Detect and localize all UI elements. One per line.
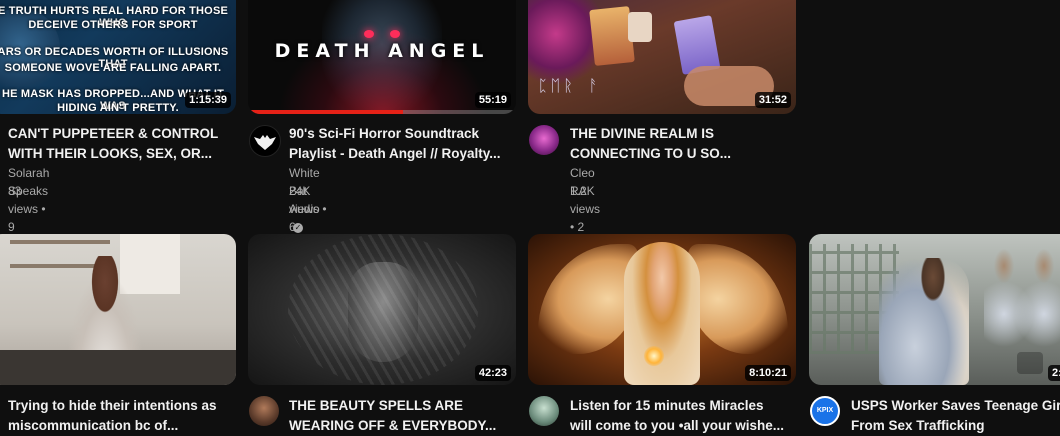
wing-right-graphic: [688, 244, 788, 354]
video-title-line-1: Listen for 15 minutes Miracles: [570, 398, 764, 413]
channel-avatar[interactable]: KPIX: [810, 396, 840, 426]
thumb-text-6: HIDING AIN'T PRETTY.: [57, 102, 179, 114]
video-title-line-2: WITH THEIR LOOKS, SEX, OR...: [8, 146, 213, 161]
video-title[interactable]: THE DIVINE REALM IS CONNECTING TO U SO..…: [570, 124, 792, 164]
video-title[interactable]: CAN'T PUPPETEER & CONTROL WITH THEIR LOO…: [8, 124, 230, 164]
video-title-line-1: THE DIVINE REALM IS: [570, 126, 715, 141]
kpix-watermark-graphic: [1017, 352, 1043, 374]
video-title[interactable]: USPS Worker Saves Teenage Girl From Sex …: [851, 396, 1060, 436]
duration-badge: 55:19: [474, 92, 511, 108]
candle-glow-graphic: [644, 346, 664, 366]
rune-text-graphic: ᛈᛖᚱ ᚨ: [538, 76, 602, 95]
eye-left-graphic: [364, 30, 374, 38]
video-thumbnail-3[interactable]: ᛈᛖᚱ ᚨ 31:52: [528, 0, 796, 114]
channel-avatar[interactable]: [249, 396, 279, 426]
wing-left-graphic: [538, 244, 638, 354]
video-title-line-2: From Sex Trafficking: [851, 418, 985, 433]
channel-avatar[interactable]: [529, 396, 559, 426]
channel-avatar[interactable]: [249, 125, 281, 157]
video-title[interactable]: 90's Sci-Fi Horror Soundtrack Playlist -…: [289, 124, 511, 164]
kitchen-shelf-graphic: [10, 240, 110, 244]
counter-graphic: [0, 350, 236, 385]
angel-child-graphic: [624, 242, 700, 385]
video-title[interactable]: THE BEAUTY SPELLS ARE WEARING OFF & EVER…: [289, 396, 511, 436]
video-title-line-1: CAN'T PUPPETEER & CONTROL: [8, 126, 219, 141]
candle-graphic: [628, 12, 652, 42]
kpix-logo: KPIX: [816, 407, 834, 414]
thumb-title-text: DEATH ANGEL: [274, 40, 490, 62]
video-title-line-2: miscommunication bc of...: [8, 418, 179, 433]
channel-avatar[interactable]: [529, 125, 559, 155]
video-title[interactable]: Listen for 15 minutes Miracles will come…: [570, 396, 792, 436]
duration-badge: 31:52: [754, 92, 791, 108]
watch-progress-bar: [248, 110, 404, 114]
video-thumbnail-1[interactable]: E TRUTH HURTS REAL HARD FOR THOSE WHO DE…: [0, 0, 236, 114]
video-thumbnail-4[interactable]: [0, 234, 236, 385]
video-title-line-1: Trying to hide their intentions as: [8, 398, 217, 413]
eye-right-graphic: [390, 30, 400, 38]
duration-badge: 2:: [1048, 365, 1060, 381]
video-thumbnail-7[interactable]: 2:: [809, 234, 1060, 385]
video-title[interactable]: Trying to hide their intentions as misco…: [8, 396, 230, 436]
video-title-line-2: CONNECTING TO U SO...: [570, 146, 732, 161]
video-title-line-1: USPS Worker Saves Teenage Girl: [851, 398, 1060, 413]
video-thumbnail-5[interactable]: 42:23: [248, 234, 516, 385]
thumb-text-4: SOMEONE WOVE ARE FALLING APART.: [4, 62, 222, 74]
duration-badge: 8:10:21: [745, 365, 791, 381]
video-title-line-2: WEARING OFF & EVERYBODY...: [289, 418, 497, 433]
thumb-text-2: DECEIVE OTHERS FOR SPORT: [28, 19, 198, 31]
hugging-people-graphic: [879, 258, 969, 385]
braids-graphic: [288, 234, 478, 385]
flowers-graphic: [528, 0, 598, 88]
video-title-line-1: THE BEAUTY SPELLS ARE: [289, 398, 464, 413]
video-thumbnail-2[interactable]: DEATH ANGEL 55:19: [248, 0, 516, 114]
video-title-line-2: will come to you •all your wishe...: [570, 418, 785, 433]
bat-icon: [254, 135, 276, 150]
workers-graphic: [984, 248, 1060, 368]
video-title-line-2: Playlist - Death Angel // Royalty...: [289, 146, 501, 161]
video-thumbnail-6[interactable]: 8:10:21: [528, 234, 796, 385]
duration-badge: 42:23: [474, 365, 511, 381]
video-title-line-1: 90's Sci-Fi Horror Soundtrack: [289, 126, 480, 141]
